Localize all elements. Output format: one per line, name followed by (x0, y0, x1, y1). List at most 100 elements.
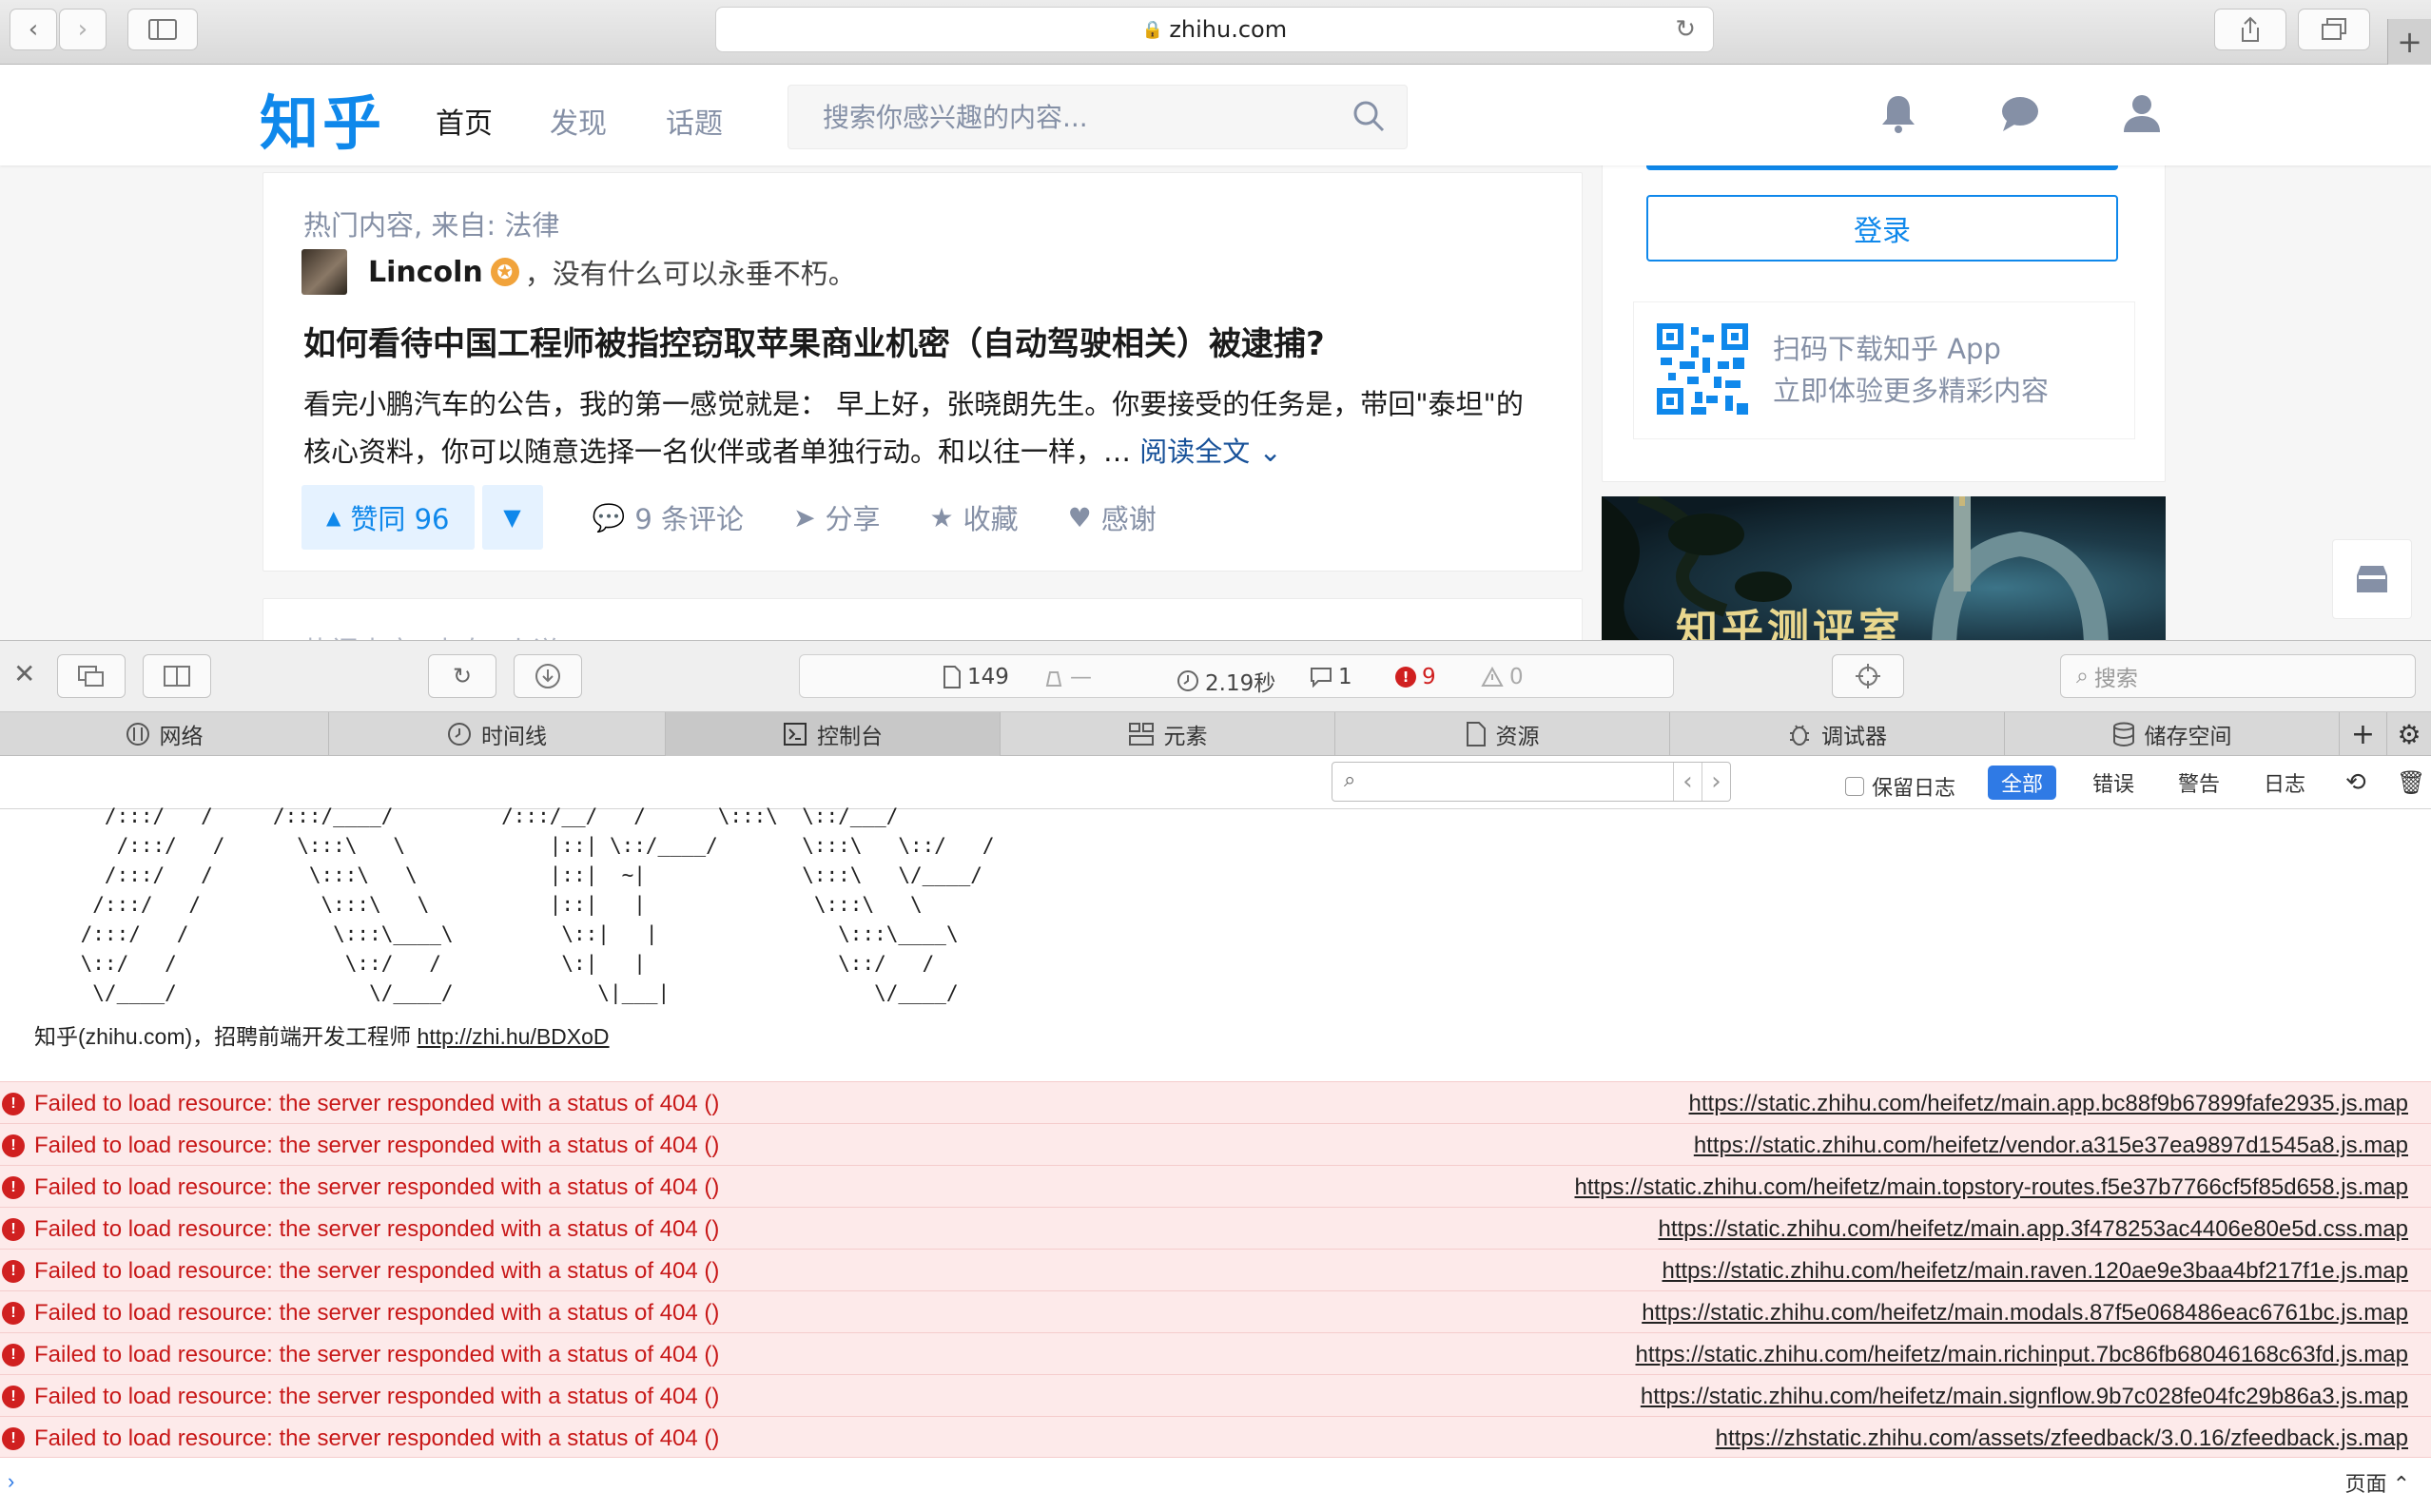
tab-elements[interactable]: 元素 (1001, 712, 1335, 756)
tab-resources[interactable]: 资源 (1335, 712, 1670, 756)
inspector-search[interactable]: ⌕ 搜索 (2060, 654, 2416, 698)
login-button[interactable]: 登录 (1646, 195, 2118, 262)
error-source-link[interactable]: https://zhstatic.zhihu.com/assets/zfeedb… (1716, 1425, 2408, 1452)
log-count[interactable]: 1 (1310, 665, 1352, 689)
console-error-row[interactable]: ! Failed to load resource: the server res… (0, 1290, 2431, 1332)
floating-action-button[interactable] (2332, 539, 2412, 619)
error-source-link[interactable]: https://static.zhihu.com/heifetz/main.ra… (1663, 1258, 2409, 1285)
messages-icon[interactable] (1997, 90, 2043, 136)
close-inspector-icon[interactable]: ✕ (13, 658, 35, 689)
console-error-row[interactable]: ! Failed to load resource: the server res… (0, 1249, 2431, 1290)
console-error-row[interactable]: ! Failed to load resource: the server res… (0, 1123, 2431, 1165)
nav-explore[interactable]: 发现 (550, 100, 607, 142)
star-icon: ★ (929, 501, 954, 533)
filter-errors-button[interactable]: 错误 (2079, 766, 2148, 800)
tab-console[interactable]: 控制台 (666, 712, 1001, 756)
error-source-link[interactable]: https://static.zhihu.com/heifetz/main.ap… (1689, 1091, 2408, 1117)
read-more-link[interactable]: 阅读全文 ⌄ (1139, 436, 1282, 468)
preserve-log-checkbox[interactable]: 保留日志 (1845, 771, 1955, 802)
error-source-link[interactable]: https://static.zhihu.com/heifetz/vendor.… (1694, 1133, 2408, 1159)
error-message: Failed to load resource: the server resp… (34, 1425, 720, 1451)
tab-debugger[interactable]: 调试器 (1670, 712, 2005, 756)
app-download-card[interactable]: 扫码下载知乎 App 立即体验更多精彩内容 (1633, 301, 2135, 439)
tab-storage[interactable]: 储存空间 (2005, 712, 2340, 756)
error-source-link[interactable]: https://static.zhihu.com/heifetz/main.si… (1641, 1384, 2408, 1410)
thanks-button[interactable]: ♥ 感谢 (1068, 497, 1157, 537)
error-count[interactable]: ! 9 (1395, 665, 1436, 689)
filter-logs-button[interactable]: 日志 (2250, 766, 2319, 800)
question-title[interactable]: 如何看待中国工程师被指控窃取苹果商业机密（自动驾驶相关）被逮捕? (303, 318, 1325, 364)
error-source-link[interactable]: https://static.zhihu.com/heifetz/main.ri… (1636, 1342, 2408, 1368)
nav-topics[interactable]: 话题 (666, 100, 723, 142)
error-message: Failed to load resource: the server resp… (34, 1384, 720, 1409)
avatar[interactable] (301, 249, 347, 295)
console-error-row[interactable]: ! Failed to load resource: the server res… (0, 1374, 2431, 1416)
clear-console-button[interactable]: 🗑 (2383, 766, 2431, 800)
dock-side-button[interactable] (143, 654, 211, 698)
load-size[interactable]: — (1043, 665, 1092, 689)
console-error-row[interactable]: ! Failed to load resource: the server res… (0, 1416, 2431, 1458)
search-input[interactable] (788, 86, 1321, 148)
detach-inspector-button[interactable] (57, 654, 126, 698)
forward-button[interactable]: › (59, 9, 107, 50)
user-profile-icon[interactable] (2119, 90, 2165, 136)
search-icon[interactable] (1352, 99, 1386, 133)
terminal-icon (783, 722, 807, 746)
error-source-link[interactable]: https://static.zhihu.com/heifetz/main.mo… (1642, 1300, 2408, 1327)
load-time[interactable]: 2.19秒 (1177, 665, 1275, 697)
checkbox-box[interactable] (1845, 777, 1864, 796)
error-circle-icon: ! (2, 1218, 25, 1241)
console-prompt[interactable]: › (8, 1469, 14, 1494)
chevron-right-icon: › (1711, 767, 1721, 796)
address-bar[interactable]: 🔒 zhihu.com ↻ (715, 7, 1714, 52)
execution-context-selector[interactable]: 页面 ⌃ (2344, 1467, 2410, 1498)
error-list: ! Failed to load resource: the server res… (0, 1081, 2431, 1458)
console-error-row[interactable]: ! Failed to load resource: the server res… (0, 1207, 2431, 1249)
nav-home[interactable]: 首页 (436, 100, 493, 142)
download-archive-button[interactable] (514, 654, 582, 698)
tabs-overview-button[interactable] (2298, 9, 2370, 50)
qr-subtitle: 立即体验更多精彩内容 (1773, 375, 2050, 407)
add-tab-button[interactable]: + (2340, 712, 2387, 756)
reload-icon[interactable]: ↻ (1675, 15, 1696, 44)
error-circle-icon: ! (2, 1260, 25, 1283)
thanks-label: 感谢 (1100, 503, 1157, 535)
author-name[interactable]: Lincoln (368, 256, 483, 289)
share-label: 分享 (825, 503, 881, 535)
console-error-row[interactable]: ! Failed to load resource: the server res… (0, 1081, 2431, 1123)
share-button[interactable] (2214, 9, 2286, 50)
paper-plane-icon: ➤ (793, 501, 816, 533)
error-source-link[interactable]: https://static.zhihu.com/heifetz/main.ap… (1659, 1216, 2409, 1243)
back-button[interactable]: ‹ (10, 9, 57, 50)
console-error-row[interactable]: ! Failed to load resource: the server res… (0, 1165, 2431, 1207)
recruit-link[interactable]: http://zhi.hu/BDXoD (418, 1024, 610, 1049)
upvote-button[interactable]: ▲ 赞同 96 (301, 485, 475, 550)
console-filter-input[interactable]: ⌕ ‹ › (1332, 762, 1731, 802)
history-back-button[interactable]: ‹ (1673, 763, 1702, 801)
reset-console-button[interactable]: ⟲ (2332, 766, 2380, 800)
history-forward-button[interactable]: › (1702, 763, 1730, 801)
error-source-link[interactable]: https://static.zhihu.com/heifetz/main.to… (1575, 1174, 2409, 1201)
new-tab-button[interactable]: + (2387, 19, 2431, 65)
console-error-row[interactable]: ! Failed to load resource: the server res… (0, 1332, 2431, 1374)
downvote-button[interactable]: ▼ (481, 485, 543, 550)
warning-count[interactable]: 0 (1481, 665, 1524, 689)
promo-banner[interactable]: 知乎测评室 (1602, 496, 2166, 640)
comments-button[interactable]: 💬 9 条评论 (593, 497, 745, 537)
answer-excerpt[interactable]: 看完小鹏汽车的公告，我的第一感觉就是： 早上好，张晓朗先生。你要接受的任务是，带… (303, 380, 1540, 475)
favorite-button[interactable]: ★ 收藏 (930, 497, 1019, 537)
elements-icon (1128, 722, 1155, 746)
zhihu-logo[interactable]: 知乎 (260, 75, 385, 161)
inspector-settings-button[interactable]: ⚙ (2387, 712, 2431, 756)
bell-icon[interactable] (1876, 90, 1921, 136)
filter-all-button[interactable]: 全部 (1988, 766, 2057, 800)
resources-count[interactable]: 149 (943, 665, 1009, 689)
element-picker-button[interactable] (1832, 654, 1904, 698)
reload-page-button[interactable]: ↻ (428, 654, 496, 698)
tab-timeline[interactable]: 时间线 (329, 712, 666, 756)
error-message: Failed to load resource: the server resp… (34, 1342, 720, 1367)
tab-network[interactable]: 网络 (0, 712, 329, 756)
sidebar-toggle-button[interactable] (127, 9, 198, 50)
filter-warnings-button[interactable]: 警告 (2165, 766, 2233, 800)
share-answer-button[interactable]: ➤ 分享 (793, 497, 880, 537)
